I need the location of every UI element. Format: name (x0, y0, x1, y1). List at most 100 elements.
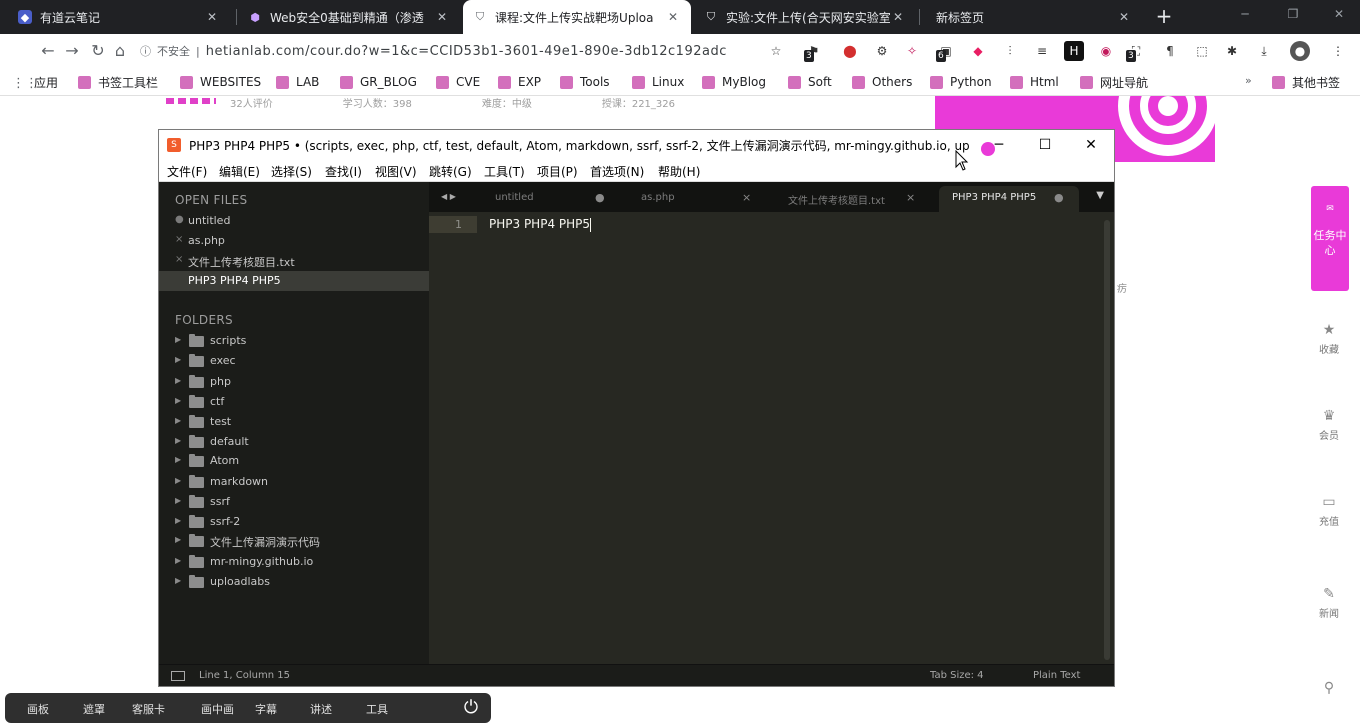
toolbar-item[interactable]: 画中画 (201, 701, 234, 717)
code-editor[interactable]: 1 PHP3 PHP4 PHP5 (429, 212, 1114, 664)
maximize-icon[interactable]: ☐ (1025, 134, 1065, 156)
close-tab-icon[interactable]: ✕ (204, 10, 220, 24)
expand-arrow-icon[interactable]: ▶ (175, 355, 181, 364)
restore-window-icon[interactable]: ❐ (1270, 0, 1316, 30)
browser-tab-new[interactable]: 新标签页 ✕ (920, 0, 1142, 34)
side-more[interactable]: ⚲ (1312, 680, 1346, 699)
open-file-item[interactable]: × 文件上传考核题目.txt (159, 251, 429, 271)
extension-icon[interactable]: ⛶ 3 (1126, 41, 1146, 62)
bookmark-folder[interactable]: Tools (560, 72, 610, 92)
folder-item[interactable]: ▶ ssrf (159, 492, 429, 512)
bookmark-folder[interactable]: MyBlog (702, 72, 766, 92)
bookmark-folder[interactable]: 网址导航 (1080, 72, 1148, 92)
folder-item[interactable]: ▶ test (159, 412, 429, 432)
minimize-window-icon[interactable]: ─ (1222, 0, 1268, 30)
folder-item[interactable]: ▶ mr-mingy.github.io (159, 552, 429, 572)
forward-arrow-icon[interactable]: → (60, 39, 84, 63)
toolbar-item[interactable]: 讲述 (310, 701, 332, 717)
browser-tab-lab[interactable]: ⛉ 实验:文件上传(合天网安实验室 ✕ (694, 0, 916, 34)
bookmark-folder[interactable]: WEBSITES (180, 72, 261, 92)
close-tab-icon[interactable]: × (742, 191, 751, 204)
minimize-icon[interactable]: ─ (979, 134, 1019, 156)
new-tab-button[interactable]: + (1150, 2, 1178, 30)
extension-icon[interactable]: ¶ (1160, 41, 1180, 61)
extension-icon[interactable]: ⚙ (872, 41, 892, 61)
extension-icon[interactable]: H (1064, 41, 1084, 61)
tab-nav-arrows-icon[interactable]: ◀ ▶ (441, 192, 456, 201)
editor-tab[interactable]: as.php × (624, 186, 754, 212)
other-bookmarks[interactable]: 其他书签 (1272, 72, 1340, 92)
editor-tab-active[interactable]: PHP3 PHP4 PHP5 ● (939, 186, 1079, 212)
unsaved-dot-icon[interactable]: ● (1054, 191, 1064, 204)
avatar[interactable]: ● (1290, 41, 1310, 61)
expand-arrow-icon[interactable]: ▶ (175, 476, 181, 485)
tab-size-selector[interactable]: Tab Size: 4 (930, 670, 984, 681)
menu-tools[interactable]: 工具(T) (484, 163, 525, 180)
menu-preferences[interactable]: 首选项(N) (590, 163, 644, 180)
bookmark-folder[interactable]: EXP (498, 72, 541, 92)
menu-project[interactable]: 项目(P) (537, 163, 578, 180)
side-favorite[interactable]: ★ 收藏 (1312, 322, 1346, 356)
bookmark-folder[interactable]: Others (852, 72, 912, 92)
expand-arrow-icon[interactable]: ▶ (175, 535, 181, 544)
extensions-puzzle-icon[interactable]: ✱ (1222, 41, 1242, 61)
bookmark-folder[interactable]: Soft (788, 72, 832, 92)
close-tab-icon[interactable]: × (906, 191, 915, 204)
bookmark-folder[interactable]: Python (930, 72, 992, 92)
expand-arrow-icon[interactable]: ▶ (175, 496, 181, 505)
info-icon[interactable]: ⓘ (140, 43, 151, 59)
folder-item[interactable]: ▶ exec (159, 351, 429, 371)
bookmark-folder[interactable]: 书签工具栏 (78, 72, 158, 92)
browser-tab-web-security[interactable]: ⬢ Web安全0基础到精通（渗透 ✕ (238, 0, 460, 34)
folder-item[interactable]: ▶ scripts (159, 331, 429, 351)
bookmark-folder[interactable]: Linux (632, 72, 684, 92)
folder-item[interactable]: ▶ 文件上传漏洞演示代码 (159, 531, 429, 551)
menu-help[interactable]: 帮助(H) (658, 163, 700, 180)
menu-find[interactable]: 查找(I) (325, 163, 362, 180)
bookmark-apps[interactable]: ⋮⋮ 应用 (12, 72, 58, 92)
folder-item[interactable]: ▶ default (159, 432, 429, 452)
extension-icon[interactable]: ≡ (1032, 41, 1052, 61)
extension-icon[interactable]: ◉ (1096, 41, 1116, 61)
bookmark-folder[interactable]: LAB (276, 72, 319, 92)
reload-icon[interactable]: ↻ (86, 39, 110, 63)
close-tab-icon[interactable]: ✕ (665, 10, 681, 24)
browser-tab-course[interactable]: ⛉ 课程:文件上传实战靶场Uploa ✕ (463, 0, 691, 34)
bookmark-folder[interactable]: Html (1010, 72, 1059, 92)
extension-icon[interactable]: ▣ 6 (936, 41, 956, 62)
syntax-selector[interactable]: Plain Text (1033, 670, 1080, 681)
toolbar-item[interactable]: 字幕 (255, 701, 277, 717)
extension-icon[interactable]: ⫶ (1000, 41, 1020, 61)
side-news[interactable]: ✎ 新闻 (1312, 586, 1346, 620)
unsaved-dot-icon[interactable]: ● (595, 191, 605, 204)
side-vip[interactable]: ♛ 会员 (1312, 408, 1346, 442)
tab-menu-dropdown-icon[interactable]: ▼ (1096, 190, 1104, 201)
expand-arrow-icon[interactable]: ▶ (175, 335, 181, 344)
bookmarks-overflow-button[interactable]: » (1245, 74, 1252, 87)
folder-item[interactable]: ▶ markdown (159, 472, 429, 492)
open-file-item[interactable]: ● untitled (159, 211, 429, 231)
toolbar-item[interactable]: 工具 (366, 701, 388, 717)
toolbar-item[interactable]: 客服卡 (132, 701, 165, 717)
expand-arrow-icon[interactable]: ▶ (175, 376, 181, 385)
folder-item[interactable]: ▶ ctf (159, 392, 429, 412)
url-field[interactable]: ⓘ 不安全 | hetianlab.com/cour.do?w=1&c=CCID… (140, 37, 760, 65)
expand-arrow-icon[interactable]: ▶ (175, 436, 181, 445)
folder-item[interactable]: ▶ Atom (159, 451, 429, 471)
expand-arrow-icon[interactable]: ▶ (175, 556, 181, 565)
back-arrow-icon[interactable]: ← (36, 39, 60, 63)
toolbar-item[interactable]: 遮罩 (83, 701, 105, 717)
bookmark-star-icon[interactable]: ☆ (766, 41, 786, 61)
extension-icon[interactable]: ⚑ 3 (804, 41, 824, 62)
folder-item[interactable]: ▶ php (159, 372, 429, 392)
side-recharge[interactable]: ▭ 充值 (1312, 494, 1346, 528)
open-file-item-selected[interactable]: PHP3 PHP4 PHP5 (159, 271, 429, 291)
open-file-item[interactable]: × as.php (159, 231, 429, 251)
folder-item[interactable]: ▶ ssrf-2 (159, 512, 429, 532)
menu-selection[interactable]: 选择(S) (271, 163, 312, 180)
browser-tab-youdao[interactable]: ◆ 有道云笔记 ✕ (8, 0, 230, 34)
close-window-icon[interactable]: ✕ (1316, 0, 1360, 30)
panel-toggle-icon[interactable] (171, 671, 185, 681)
home-icon[interactable]: ⌂ (108, 39, 132, 63)
editor-tab[interactable]: 文件上传考核题目.txt × (769, 186, 924, 212)
